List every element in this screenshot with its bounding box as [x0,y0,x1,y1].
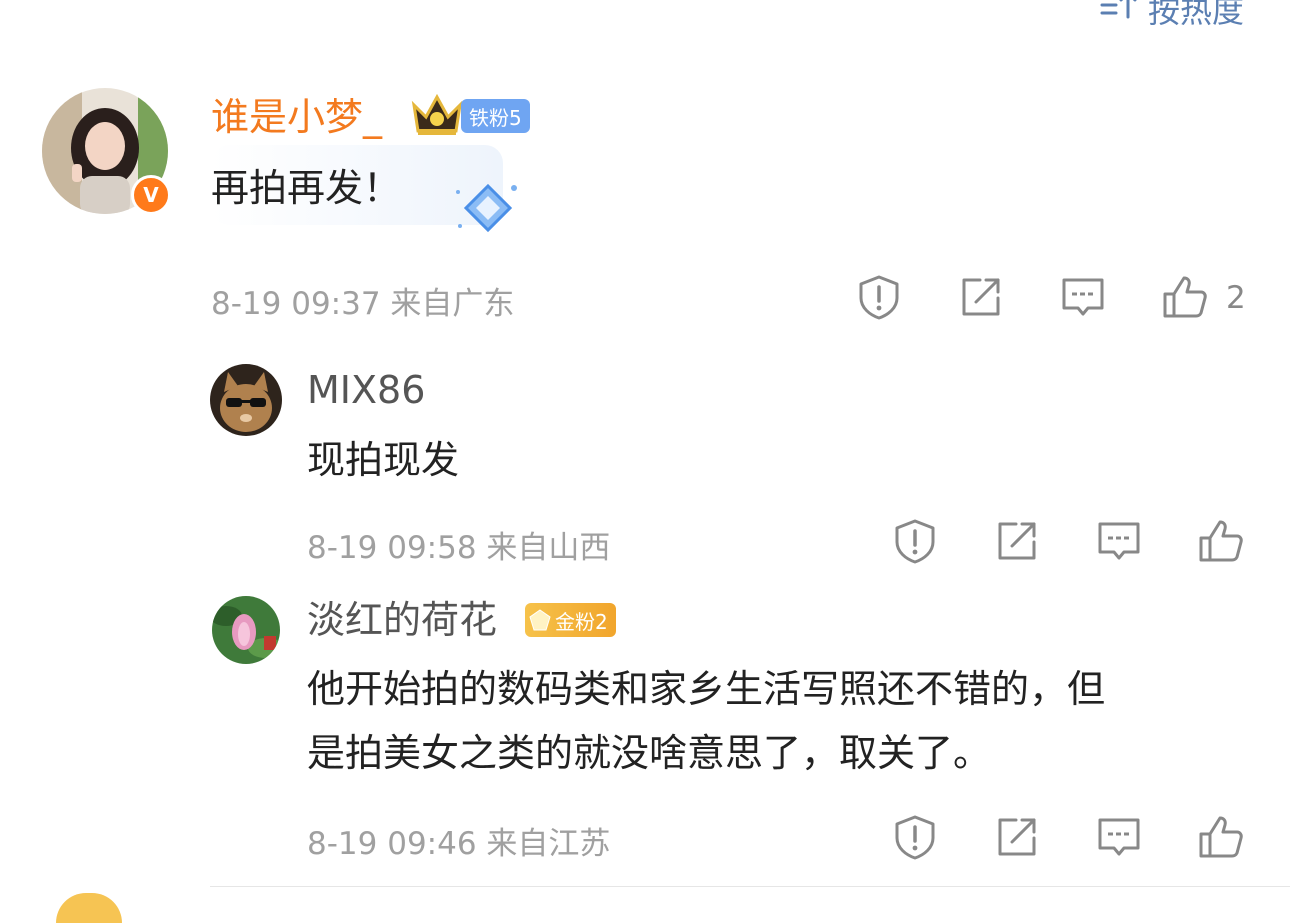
sort-label: 按热度 [1147,0,1244,30]
comment-text-line: 他开始拍的数码类和家乡生活写照还不错的，但 [307,667,1106,711]
crown-icon [410,93,464,137]
comment-location: 来自广东 [390,286,515,322]
avatar[interactable] [210,364,282,436]
fan-level-badge: 铁粉5 [461,99,530,133]
share-icon[interactable] [958,274,1004,320]
comment-date: 8-19 [211,286,282,322]
comment-time: 09:58 [387,530,477,566]
comment-meta: 8-19 09:46 来自江苏 [307,818,610,863]
comment-location: 来自江苏 [486,826,611,862]
verified-v-icon: V [131,175,171,215]
like-icon[interactable] [1198,518,1244,564]
comment-time: 09:37 [291,286,381,322]
comment-location: 来自山西 [486,530,611,566]
report-icon[interactable] [892,814,938,860]
comment-meta: 8-19 09:37 来自广东 [211,278,514,323]
username[interactable]: 谁是小梦_ [211,95,382,139]
comment-time: 09:46 [387,826,477,862]
share-icon[interactable] [994,518,1040,564]
comment-text: 他开始拍的数码类和家乡生活写照还不错的，但 是拍美女之类的就没啥意思了，取关了。 [307,657,1105,785]
like-icon[interactable] [1162,274,1208,320]
comment-text: 再拍再发！ [211,166,402,210]
username[interactable]: MIX86 [307,368,425,412]
gold-fan-icon [529,609,551,631]
like-count: 2 [1226,280,1246,316]
comment-text-line: 是拍美女之类的就没啥意思了，取关了。 [307,731,992,775]
sort-by-hot-button[interactable]: 按热度 [1100,0,1244,32]
comment-divider [210,886,1290,887]
fan-badge-label: 金粉2 [555,609,608,634]
share-icon[interactable] [994,814,1040,860]
comment-date: 8-19 [307,826,378,862]
reply-icon[interactable] [1096,518,1142,564]
next-avatar[interactable] [56,893,122,923]
report-icon[interactable] [892,518,938,564]
sort-icon [1100,0,1138,29]
fan-level-badge: 金粉2 [525,603,616,637]
comment-text: 现拍现发 [307,438,460,482]
reply-icon[interactable] [1096,814,1142,860]
username[interactable]: 淡红的荷花 [307,598,497,642]
like-icon[interactable] [1198,814,1244,860]
diamond-sticker-icon [448,178,528,238]
comment-date: 8-19 [307,530,378,566]
report-icon[interactable] [856,274,902,320]
avatar[interactable] [212,596,280,664]
comment-meta: 8-19 09:58 来自山西 [307,522,610,567]
reply-icon[interactable] [1060,274,1106,320]
